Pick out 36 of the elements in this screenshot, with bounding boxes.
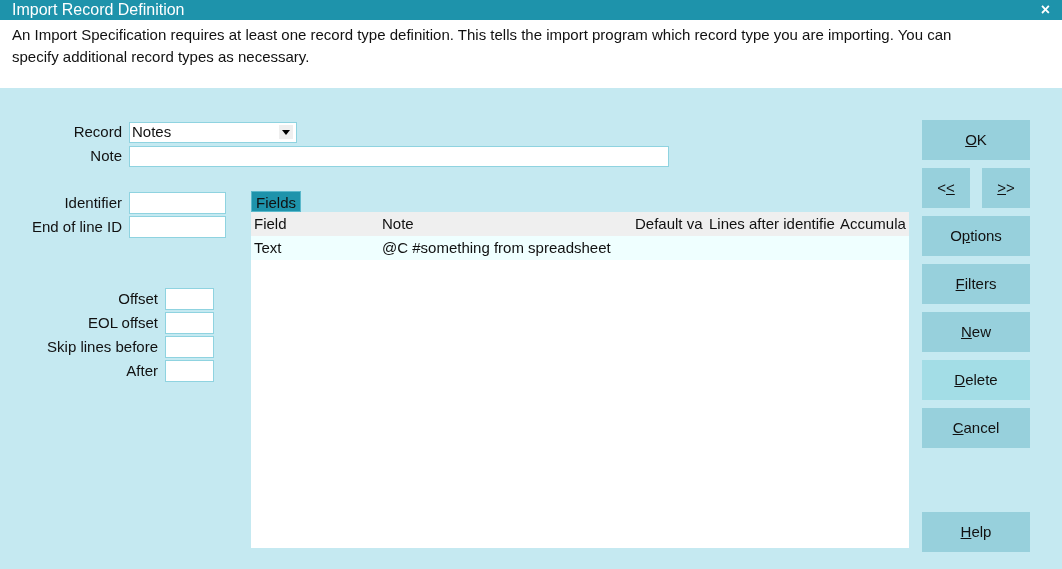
dialog-button[interactable]: >> <box>982 168 1030 208</box>
field-label: Offset <box>117 288 158 309</box>
field-label: Identifier <box>63 192 122 213</box>
fields-tab[interactable]: Fields <box>251 191 301 212</box>
table-cell-text: Text <box>253 238 283 258</box>
field-label: Record <box>72 121 122 142</box>
column-header[interactable]: Note <box>379 212 632 236</box>
number-field[interactable] <box>165 288 214 310</box>
dialog-button[interactable]: Filters <box>922 264 1030 304</box>
field-label: Skip lines before <box>46 336 158 357</box>
column-header[interactable]: Accumula <box>837 212 909 236</box>
dialog-button[interactable]: OK <box>922 120 1030 160</box>
dialog-button[interactable]: Options <box>922 216 1030 256</box>
dialog-button[interactable]: << <box>922 168 970 208</box>
number-field[interactable] <box>165 360 214 382</box>
table-cell-text: @C #something from spreadsheet <box>381 238 612 258</box>
dialog-button[interactable]: Delete <box>922 360 1030 400</box>
field-label: After <box>125 360 158 381</box>
record-dropdown[interactable]: Notes <box>129 121 297 143</box>
number-field[interactable] <box>165 336 214 358</box>
text-field[interactable] <box>129 216 226 238</box>
number-field[interactable] <box>165 312 214 334</box>
column-header[interactable]: Field <box>251 212 379 236</box>
field-label: Note <box>89 145 122 166</box>
dialog-button[interactable]: Help <box>922 512 1030 552</box>
note-field[interactable] <box>129 145 669 167</box>
column-header[interactable]: Default va <box>632 212 706 236</box>
close-button[interactable]: × <box>1040 2 1050 18</box>
dialog-button[interactable]: Cancel <box>922 408 1030 448</box>
column-header[interactable]: Lines after identifie <box>706 212 837 236</box>
field-label: End of line ID <box>30 216 122 237</box>
field-label: EOL offset <box>86 312 158 333</box>
text-field[interactable] <box>129 192 226 214</box>
dialog-button[interactable]: New <box>922 312 1030 352</box>
description-text: An Import Specification requires at least one record type definition. This tells the import program which record type you are importing. You can specify additional record types as necessary. <box>12 25 953 67</box>
window-title: Import Record Definition <box>12 0 185 20</box>
